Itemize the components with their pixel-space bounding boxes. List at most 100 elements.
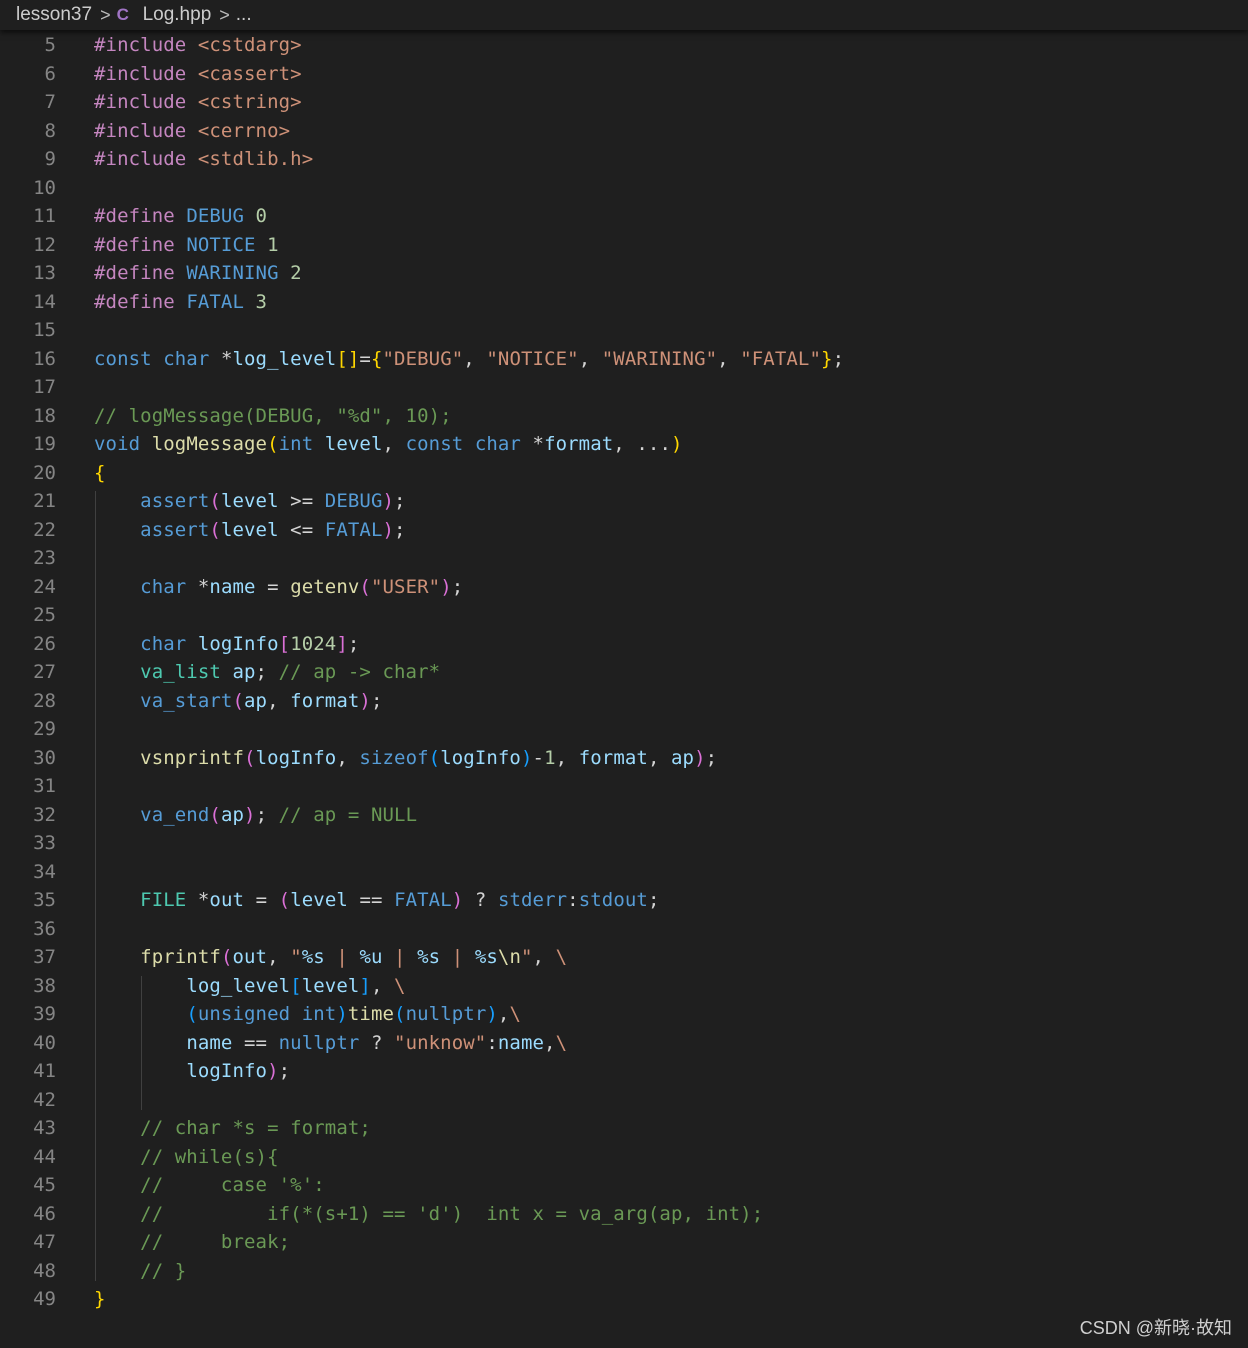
code-line[interactable]: 45 // case '%': [0, 1171, 1248, 1200]
line-number: 41 [33, 1060, 56, 1082]
code-line[interactable]: 42 [0, 1086, 1248, 1115]
code-line[interactable]: 5 #include <cstdarg> [0, 31, 1248, 60]
line-number: 21 [33, 490, 56, 512]
code-line[interactable]: 33 [0, 829, 1248, 858]
line-number: 7 [44, 91, 56, 113]
code-token: ] [336, 632, 348, 655]
code-line[interactable]: 11 #define DEBUG 0 [0, 202, 1248, 231]
code-token: DEBUG [186, 205, 256, 227]
code-token: "USER" [370, 575, 441, 598]
code-line[interactable]: 48 // } [0, 1257, 1248, 1286]
breadcrumb-file[interactable]: Log.hpp [143, 4, 212, 26]
code-line[interactable]: 7 #include <cstring> [0, 88, 1248, 117]
code-line[interactable]: 32 va_end(ap); // ap = NULL [0, 801, 1248, 830]
code-line[interactable]: 37 fprintf(out, "%s | %u | %s | %s\n", \ [0, 943, 1248, 972]
code-line[interactable]: 10 [0, 174, 1248, 203]
code-token: ( [244, 746, 256, 769]
code-line[interactable]: 28 va_start(ap, format); [0, 687, 1248, 716]
code-line[interactable]: 22 assert(level <= FATAL); [0, 516, 1248, 545]
code-token: #include [94, 148, 198, 170]
line-number: 19 [33, 433, 56, 455]
line-number: 47 [33, 1231, 56, 1253]
line-number: 32 [33, 803, 56, 826]
code-token: FILE [140, 889, 198, 911]
code-line[interactable]: 46 // if(*(s+1) == 'd') int x = va_arg(a… [0, 1200, 1248, 1229]
code-line[interactable]: 21 assert(level >= DEBUG); [0, 487, 1248, 516]
code-line[interactable]: 36 [0, 915, 1248, 944]
code-line[interactable]: 13 #define WARINING 2 [0, 259, 1248, 288]
code-line[interactable]: 31 [0, 772, 1248, 801]
code-token: ; [394, 490, 406, 512]
code-token: <stdlib.h> [197, 148, 314, 170]
code-text: (unsigned int)time(nullptr),\ [94, 1000, 521, 1029]
code-token: * [220, 347, 233, 370]
code-token: // ap -> char* [278, 661, 441, 683]
code-token: ( [209, 518, 221, 541]
line-number: 18 [33, 404, 56, 427]
code-token: = [255, 575, 291, 598]
code-line[interactable]: 15 [0, 316, 1248, 345]
code-token: log_level [232, 347, 337, 370]
code-line[interactable]: 8 #include <cerrno> [0, 117, 1248, 146]
code-token: #define [94, 205, 187, 227]
code-line[interactable]: 38 log_level[level], \ [0, 972, 1248, 1001]
code-token: ; [451, 575, 464, 598]
code-token: FATAL [186, 290, 256, 313]
code-token: // case '%': [140, 1174, 325, 1196]
code-token: "WARINING" [601, 347, 718, 370]
code-line[interactable]: 29 [0, 715, 1248, 744]
code-token: ( [220, 946, 233, 968]
code-line[interactable]: 6 #include <cassert> [0, 60, 1248, 89]
code-line[interactable]: 16 const char *log_level[]={"DEBUG", "NOT… [0, 345, 1248, 374]
code-line[interactable]: 39 (unsigned int)time(nullptr),\ [0, 1000, 1248, 1029]
code-line[interactable]: 12 #define NOTICE 1 [0, 231, 1248, 260]
code-text: const char *log_level[]={"DEBUG", "NOTIC… [94, 345, 844, 374]
code-line[interactable]: 40 name == nullptr ? "unknow":name,\ [0, 1029, 1248, 1058]
code-line[interactable]: 20 { [0, 459, 1248, 488]
line-number: 31 [33, 775, 56, 797]
code-text: // case '%': [94, 1171, 325, 1200]
code-token: <cstdarg> [197, 34, 302, 56]
code-token: WARINING [186, 262, 291, 284]
code-line[interactable]: 19 void logMessage(int level, const char … [0, 430, 1248, 459]
code-line[interactable]: 14 #define FATAL 3 [0, 288, 1248, 317]
code-token: void [94, 433, 152, 455]
code-token: \n [497, 946, 521, 968]
code-line[interactable]: 49} [0, 1285, 1248, 1314]
code-text: assert(level <= FATAL); [94, 516, 406, 545]
code-token: char [163, 347, 221, 370]
code-line[interactable]: 18 // logMessage(DEBUG, "%d", 10); [0, 402, 1248, 431]
code-text: // char *s = format; [94, 1114, 371, 1143]
code-line[interactable]: 25 [0, 601, 1248, 630]
code-token: = [359, 347, 371, 370]
code-line[interactable]: 35 FILE *out = (level == FATAL) ? stderr… [0, 886, 1248, 915]
code-line[interactable]: 44 // while(s){ [0, 1143, 1248, 1172]
code-text: // } [94, 1257, 186, 1286]
code-line[interactable]: 17 [0, 373, 1248, 402]
breadcrumb-folder[interactable]: lesson37 [16, 4, 92, 26]
code-token: // } [140, 1259, 187, 1282]
code-token: name [497, 1031, 545, 1054]
breadcrumb-symbols[interactable]: ... [236, 4, 252, 26]
code-line[interactable]: 47 // break; [0, 1228, 1248, 1257]
code-token: == [232, 1031, 279, 1054]
code-line[interactable]: 34 [0, 858, 1248, 887]
code-text: // break; [94, 1228, 290, 1257]
code-editor[interactable]: 5 #include <cstdarg> 6 #include <cassert> 7 #… [0, 31, 1248, 1316]
code-token: ; [370, 689, 383, 712]
line-number: 29 [33, 718, 56, 740]
code-line[interactable]: 9 #include <stdlib.h> [0, 145, 1248, 174]
line-number: 46 [33, 1202, 56, 1225]
code-line[interactable]: 26 char logInfo[1024]; [0, 630, 1248, 659]
code-line[interactable]: 41 logInfo); [0, 1057, 1248, 1086]
code-line[interactable]: 43 // char *s = format; [0, 1114, 1248, 1143]
code-line[interactable]: 30 vsnprintf(logInfo, sizeof(logInfo)-1,… [0, 744, 1248, 773]
code-line[interactable]: 24 char *name = getenv("USER"); [0, 573, 1248, 602]
code-line[interactable]: 27 va_list ap; // ap -> char* [0, 658, 1248, 687]
code-line[interactable]: 23 [0, 544, 1248, 573]
code-token: ; [255, 803, 279, 826]
